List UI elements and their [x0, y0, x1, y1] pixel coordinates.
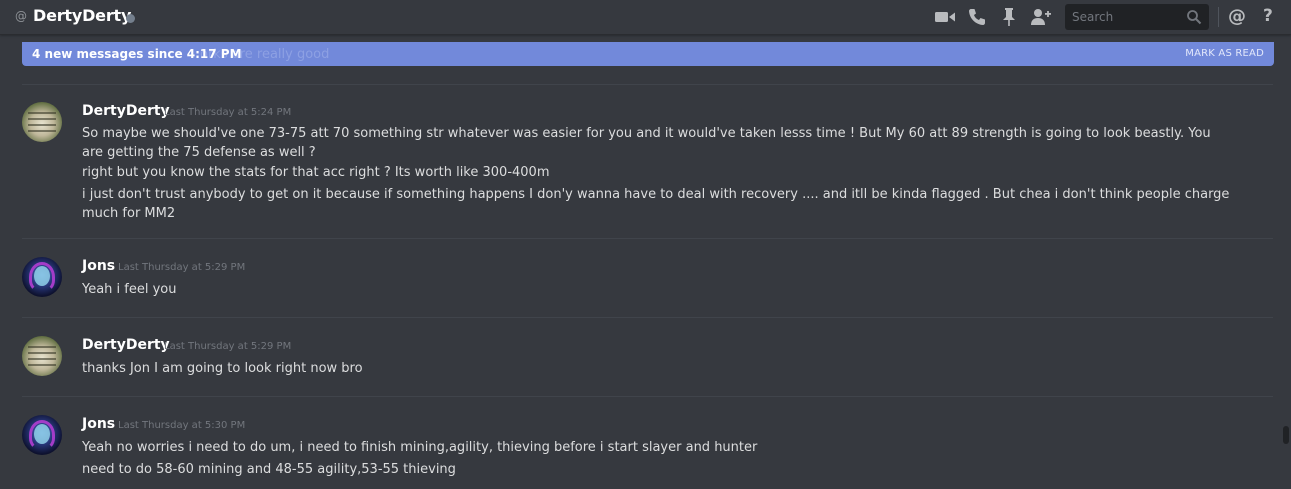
search-bar[interactable] [1065, 4, 1209, 30]
message-text: So maybe we should've one 73-75 att 70 s… [82, 126, 1211, 160]
message-author[interactable]: Jons [82, 416, 115, 432]
message-author[interactable]: DertyDerty [82, 337, 170, 353]
message-text: need to do 58-60 mining and 48-55 agilit… [82, 462, 456, 477]
avatar[interactable] [22, 102, 62, 142]
message-text: thanks Jon I am going to look right now … [82, 361, 363, 376]
message-divider [22, 317, 1273, 318]
message-divider [22, 396, 1273, 397]
message-author[interactable]: DertyDerty [82, 103, 170, 119]
phone-icon[interactable] [967, 5, 987, 29]
message-text: i just don't trust anybody to get on it … [82, 187, 1230, 221]
message-divider [22, 238, 1273, 239]
new-messages-bar[interactable]: orks are really good 4 new messages sinc… [22, 42, 1274, 66]
message-author[interactable]: Jons [82, 258, 115, 274]
avatar[interactable] [22, 257, 62, 297]
pin-icon[interactable] [1001, 5, 1017, 29]
dm-at-icon: @ [15, 9, 27, 23]
video-icon[interactable] [934, 5, 956, 29]
mention-icon[interactable]: @ [1228, 4, 1246, 28]
message-text: Yeah no worries i need to do um, i need … [82, 440, 758, 455]
message-timestamp: Last Thursday at 5:30 PM [118, 420, 246, 431]
header-divider [1218, 7, 1219, 27]
avatar[interactable] [22, 415, 62, 455]
channel-title: DertyDerty [33, 6, 132, 25]
message-timestamp: Last Thursday at 5:29 PM [164, 341, 292, 352]
message-timestamp: Last Thursday at 5:29 PM [118, 262, 246, 273]
avatar[interactable] [22, 336, 62, 376]
help-icon[interactable]: ? [1263, 4, 1273, 28]
message-timestamp: Last Thursday at 5:24 PM [164, 107, 292, 118]
status-indicator [126, 14, 135, 23]
message-divider [22, 84, 1273, 85]
new-messages-label: 4 new messages since 4:17 PM [32, 47, 242, 61]
message-text: right but you know the stats for that ac… [82, 165, 550, 180]
message-text: Yeah i feel you [82, 282, 177, 297]
search-input[interactable] [1065, 4, 1183, 30]
mark-as-read-button[interactable]: MARK AS READ [1185, 48, 1264, 59]
add-member-icon[interactable] [1030, 5, 1052, 29]
channel-header: @ DertyDerty @ ? [0, 0, 1291, 35]
search-icon [1186, 9, 1202, 29]
scrollbar-thumb[interactable] [1283, 426, 1289, 444]
